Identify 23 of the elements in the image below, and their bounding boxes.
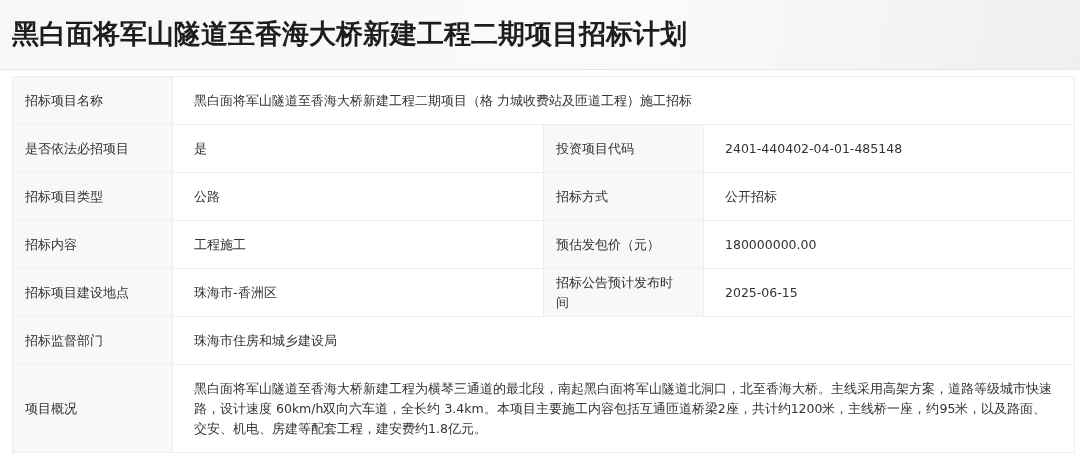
field-value: 黑白面将军山隧道至香海大桥新建工程二期项目（格 力城收费站及匝道工程）施工招标 bbox=[194, 91, 692, 110]
field-value: 珠海市-香洲区 bbox=[194, 283, 277, 302]
field-value: 黑白面将军山隧道至香海大桥新建工程为横琴三通道的最北段，南起黑白面将军山隧道北洞口，北至香海大桥。主线采用高架方案，道路等级城市快速路，设计速度 60km/h双向六车道，全长约 3.4km。本项目主要施工内容包括互通匝道桥梁2座，共计约1200米，主线桥一座，约95米，以及路面、交安、机电、房建等配套工程，建安费约1.8亿元。 bbox=[194, 379, 1053, 438]
field-label: 招标监督部门 bbox=[25, 331, 103, 350]
field-label: 项目概况 bbox=[25, 399, 77, 418]
field-label: 招标公告预计发布时间 bbox=[556, 273, 674, 312]
field-value: 2025-06-15 bbox=[725, 283, 798, 302]
field-label: 招标项目名称 bbox=[25, 91, 103, 110]
field-label: 预估发包价（元） bbox=[556, 235, 660, 254]
field-value: 180000000.00 bbox=[725, 235, 817, 254]
field-label: 招标项目建设地点 bbox=[25, 283, 129, 302]
field-value: 公路 bbox=[194, 187, 220, 206]
field-label: 招标方式 bbox=[556, 187, 608, 206]
field-value: 是 bbox=[194, 139, 207, 158]
field-label: 投资项目代码 bbox=[556, 139, 634, 158]
field-label: 招标项目类型 bbox=[25, 187, 103, 206]
field-label: 招标内容 bbox=[25, 235, 77, 254]
field-value: 珠海市住房和城乡建设局 bbox=[194, 331, 337, 350]
field-value: 公开招标 bbox=[725, 187, 777, 206]
field-value: 2401-440402-04-01-485148 bbox=[725, 139, 903, 158]
field-value: 工程施工 bbox=[194, 235, 246, 254]
field-label: 是否依法必招项目 bbox=[25, 139, 129, 158]
page-title: 黑白面将军山隧道至香海大桥新建工程二期项目招标计划 bbox=[12, 17, 687, 51]
